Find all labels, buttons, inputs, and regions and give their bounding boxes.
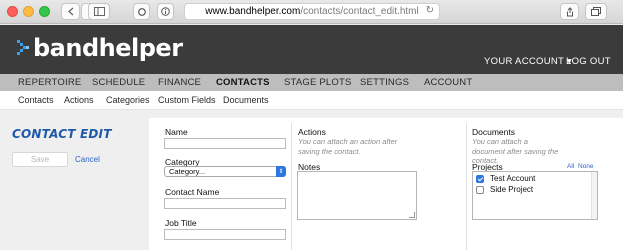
logout-link[interactable]: LOG OUT (566, 56, 611, 67)
reload-icon[interactable]: ↻ (426, 5, 434, 16)
resize-grip-icon[interactable] (409, 212, 415, 218)
main-nav: REPERTOIRE SCHEDULE FINANCE CONTACTS STA… (0, 74, 623, 91)
browser-toolbar: www.bandhelper.com/contacts/contact_edit… (0, 0, 623, 24)
job-title-label: Job Title (165, 218, 197, 228)
category-select[interactable]: Category... ⇕ (164, 166, 286, 177)
bandhelper-logo[interactable]: bandhelper (17, 34, 183, 62)
actions-hint: You can attach an action after saving th… (298, 137, 398, 156)
column-divider (466, 123, 467, 250)
logo-text: bandhelper (33, 34, 183, 62)
name-input[interactable] (164, 138, 286, 149)
documents-label: Documents (472, 127, 515, 137)
subnav-item-documents[interactable]: Documents (223, 95, 269, 105)
subnav-item-custom-fields[interactable]: Custom Fields (158, 95, 216, 105)
tabs-button[interactable] (585, 3, 607, 20)
notes-textarea[interactable] (297, 171, 417, 220)
select-all-projects-link[interactable]: All (567, 163, 574, 170)
url-domain: www.bandhelper.com (205, 6, 301, 17)
save-button[interactable]: Save (12, 152, 68, 167)
your-account-menu[interactable]: YOUR ACCOUNT ▾ (484, 56, 572, 67)
select-no-projects-link[interactable]: None (578, 163, 594, 170)
actions-label: Actions (298, 127, 326, 137)
nav-item-repertoire[interactable]: REPERTOIRE (18, 77, 81, 88)
subnav-item-categories[interactable]: Categories (106, 95, 150, 105)
category-select-value: Category... (169, 167, 206, 176)
projects-scrollbar[interactable] (591, 172, 597, 219)
site-header: bandhelper YOUR ACCOUNT ▾ LOG OUT (0, 25, 623, 74)
project-name: Side Project (490, 185, 534, 194)
url-path: /contacts/contact_edit.html (300, 6, 419, 17)
nav-item-contacts[interactable]: CONTACTS (216, 77, 270, 88)
nav-item-settings[interactable]: SETTINGS (360, 77, 409, 88)
chevron-left-icon (67, 7, 73, 16)
job-title-input[interactable] (164, 229, 286, 240)
sidebar-icon (93, 7, 105, 16)
name-label: Name (165, 127, 188, 137)
contact-name-label: Contact Name (165, 187, 220, 197)
sidebar-button[interactable] (88, 3, 110, 20)
select-arrows-icon: ⇕ (276, 166, 286, 177)
logo-arrow-icon (17, 40, 29, 55)
back-button[interactable] (61, 3, 80, 20)
sub-nav: Contacts Actions Categories Custom Field… (0, 91, 623, 110)
project-checkbox[interactable] (476, 185, 484, 194)
project-item[interactable]: Side Project (476, 185, 533, 194)
projects-list: Test Account Side Project (472, 171, 598, 220)
project-checkbox-checked[interactable] (476, 174, 484, 183)
subnav-item-contacts[interactable]: Contacts (18, 95, 54, 105)
column-divider (291, 123, 292, 250)
nav-item-finance[interactable]: FINANCE (158, 77, 201, 88)
share-button[interactable] (560, 3, 579, 20)
info-button[interactable] (157, 3, 174, 20)
close-window-button[interactable] (7, 6, 18, 17)
shield-icon (137, 7, 146, 16)
privacy-button[interactable] (133, 3, 150, 20)
project-name: Test Account (490, 174, 536, 183)
zoom-window-button[interactable] (39, 6, 50, 17)
cancel-link[interactable]: Cancel (75, 155, 100, 164)
subnav-item-actions[interactable]: Actions (64, 95, 94, 105)
minimize-window-button[interactable] (23, 6, 34, 17)
address-bar[interactable]: www.bandhelper.com/contacts/contact_edit… (184, 3, 440, 20)
project-item[interactable]: Test Account (476, 174, 535, 183)
share-icon (566, 6, 573, 16)
page-title: CONTACT EDIT (12, 127, 112, 141)
nav-item-stage-plots[interactable]: STAGE PLOTS (284, 77, 352, 88)
nav-item-schedule[interactable]: SCHEDULE (92, 77, 145, 88)
nav-item-account[interactable]: ACCOUNT (424, 77, 472, 88)
tabs-icon (591, 7, 601, 16)
contact-name-input[interactable] (164, 198, 286, 209)
info-icon (161, 7, 170, 16)
